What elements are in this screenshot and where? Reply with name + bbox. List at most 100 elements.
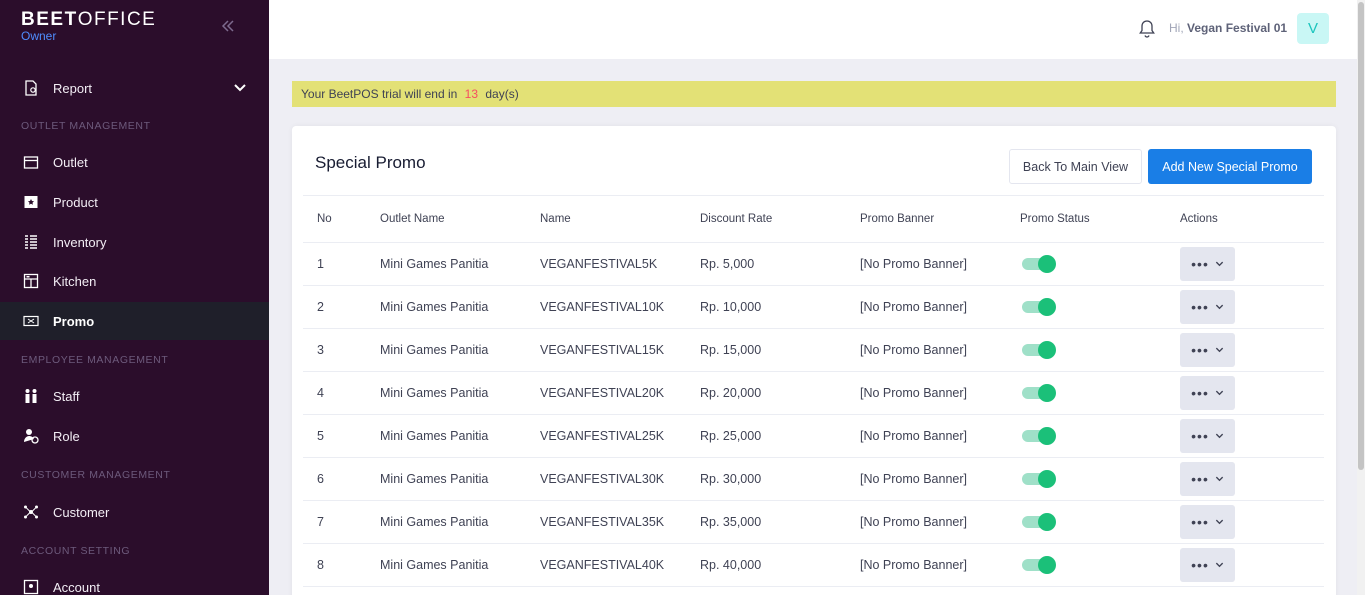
- cell-promo-banner: [No Promo Banner]: [846, 457, 1006, 501]
- sidebar-item-customer[interactable]: Customer: [0, 493, 269, 531]
- user-greeting[interactable]: Hi, Vegan Festival 01: [1169, 21, 1287, 35]
- table-row: 5 Mini Games Panitia VEGANFESTIVAL25K Rp. 2…: [303, 414, 1324, 458]
- sidebar-item-report[interactable]: Report: [0, 69, 269, 107]
- column-header-discount-rate: Discount Rate: [686, 196, 846, 243]
- promo-status-toggle[interactable]: [1022, 469, 1056, 488]
- row-actions-dropdown-button[interactable]: •••: [1180, 246, 1235, 281]
- more-dots-icon: •••: [1191, 255, 1209, 272]
- cell-promo-banner: [No Promo Banner]: [846, 414, 1006, 458]
- trial-days: 13: [464, 87, 479, 101]
- cell-outlet-name: Mini Games Panitia: [366, 328, 526, 372]
- row-actions-dropdown-button[interactable]: •••: [1180, 332, 1235, 367]
- sidebar-item-product[interactable]: Product: [0, 183, 269, 221]
- notification-bell-icon[interactable]: [1138, 19, 1156, 39]
- avatar[interactable]: V: [1297, 13, 1329, 44]
- section-employee-management: EMPLOYEE MANAGEMENT: [21, 354, 169, 366]
- cell-discount-rate: Rp. 40,000: [686, 543, 846, 587]
- more-dots-icon: •••: [1191, 470, 1209, 487]
- add-new-special-promo-button[interactable]: Add New Special Promo: [1148, 149, 1312, 184]
- table-row: 2 Mini Games Panitia VEGANFESTIVAL10K Rp. 1…: [303, 285, 1324, 329]
- row-actions-dropdown-button[interactable]: •••: [1180, 504, 1235, 539]
- trial-notice: Your BeetPOS trial will end in 13 day(s): [292, 81, 1336, 107]
- sidebar-item-label: Kitchen: [53, 273, 97, 289]
- cell-discount-rate: Rp. 35,000: [686, 500, 846, 544]
- cell-outlet-name: Mini Games Panitia: [366, 371, 526, 415]
- chevron-down-icon: [1215, 261, 1223, 267]
- cell-outlet-name: Mini Games Panitia: [366, 457, 526, 501]
- table-row: 4 Mini Games Panitia VEGANFESTIVAL20K Rp. 2…: [303, 371, 1324, 415]
- table-row: 3 Mini Games Panitia VEGANFESTIVAL15K Rp. 1…: [303, 328, 1324, 372]
- page-title: Special Promo: [315, 153, 426, 172]
- collapse-sidebar-icon[interactable]: [220, 18, 238, 40]
- sidebar-item-label: Outlet: [53, 154, 88, 170]
- cell-outlet-name: Mini Games Panitia: [366, 242, 526, 286]
- cell-promo-name: VEGANFESTIVAL10K: [526, 285, 686, 329]
- cell-no: 5: [303, 414, 366, 458]
- cell-promo-name: VEGANFESTIVAL35K: [526, 500, 686, 544]
- cell-outlet-name: Mini Games Panitia: [366, 543, 526, 587]
- row-actions-dropdown-button[interactable]: •••: [1180, 289, 1235, 324]
- sidebar-item-kitchen[interactable]: Kitchen: [0, 262, 269, 300]
- chevron-down-icon: [1215, 476, 1223, 482]
- greeting-prefix: Hi,: [1169, 21, 1184, 35]
- cell-promo-status: [1006, 371, 1166, 415]
- promo-status-toggle[interactable]: [1022, 254, 1056, 273]
- product-box-icon: [22, 193, 40, 211]
- cell-no: 6: [303, 457, 366, 501]
- promo-status-toggle[interactable]: [1022, 383, 1056, 402]
- promo-status-toggle[interactable]: [1022, 555, 1056, 574]
- row-actions-dropdown-button[interactable]: •••: [1180, 375, 1235, 410]
- promo-status-toggle[interactable]: [1022, 512, 1056, 531]
- promo-ticket-icon: [22, 312, 40, 330]
- cell-promo-status: [1006, 500, 1166, 544]
- row-actions-dropdown-button[interactable]: •••: [1180, 547, 1235, 582]
- cell-promo-status: [1006, 242, 1166, 286]
- cell-actions: •••: [1166, 414, 1324, 458]
- section-outlet-management: OUTLET MANAGEMENT: [21, 120, 151, 132]
- more-dots-icon: •••: [1191, 427, 1209, 444]
- table-row: 6 Mini Games Panitia VEGANFESTIVAL30K Rp. 3…: [303, 457, 1324, 501]
- page-scrollbar[interactable]: [1357, 0, 1365, 595]
- sidebar-item-staff[interactable]: Staff: [0, 377, 269, 415]
- more-dots-icon: •••: [1191, 556, 1209, 573]
- table-row: 1 Mini Games Panitia VEGANFESTIVAL5K Rp. 5,…: [303, 242, 1324, 286]
- back-to-main-view-button[interactable]: Back To Main View: [1009, 149, 1142, 184]
- cell-outlet-name: Mini Games Panitia: [366, 285, 526, 329]
- toggle-knob: [1038, 254, 1056, 273]
- scrollbar-thumb[interactable]: [1358, 2, 1364, 470]
- sidebar-item-inventory[interactable]: Inventory: [0, 223, 269, 261]
- sidebar-item-outlet[interactable]: Outlet: [0, 143, 269, 181]
- sidebar-item-promo[interactable]: Promo: [0, 302, 269, 340]
- cell-promo-banner: [No Promo Banner]: [846, 500, 1006, 544]
- more-dots-icon: •••: [1191, 513, 1209, 530]
- cell-actions: •••: [1166, 457, 1324, 501]
- role-user-icon: [22, 427, 40, 445]
- cell-promo-banner: [No Promo Banner]: [846, 328, 1006, 372]
- toggle-knob: [1038, 512, 1056, 531]
- cell-promo-status: [1006, 414, 1166, 458]
- trial-prefix: Your BeetPOS trial will end in: [301, 87, 458, 101]
- table-row: 7 Mini Games Panitia VEGANFESTIVAL35K Rp. 3…: [303, 500, 1324, 544]
- chevron-down-icon: [1215, 390, 1223, 396]
- promo-status-toggle[interactable]: [1022, 340, 1056, 359]
- report-icon: [22, 79, 40, 97]
- sidebar-item-role[interactable]: Role: [0, 417, 269, 455]
- cell-promo-status: [1006, 285, 1166, 329]
- toggle-knob: [1038, 469, 1056, 488]
- more-dots-icon: •••: [1191, 298, 1209, 315]
- row-actions-dropdown-button[interactable]: •••: [1180, 461, 1235, 496]
- row-actions-dropdown-button[interactable]: •••: [1180, 418, 1235, 453]
- toggle-knob: [1038, 297, 1056, 316]
- cell-no: 8: [303, 543, 366, 587]
- sidebar-item-label: Role: [53, 428, 80, 444]
- cell-no: 2: [303, 285, 366, 329]
- chevron-down-icon: [1215, 433, 1223, 439]
- promo-status-toggle[interactable]: [1022, 426, 1056, 445]
- sidebar-item-account[interactable]: Account: [0, 568, 269, 595]
- cell-discount-rate: Rp. 15,000: [686, 328, 846, 372]
- cell-discount-rate: Rp. 30,000: [686, 457, 846, 501]
- brand-role: Owner: [21, 29, 57, 43]
- toggle-knob: [1038, 383, 1056, 402]
- promo-status-toggle[interactable]: [1022, 297, 1056, 316]
- inventory-list-icon: [22, 233, 40, 251]
